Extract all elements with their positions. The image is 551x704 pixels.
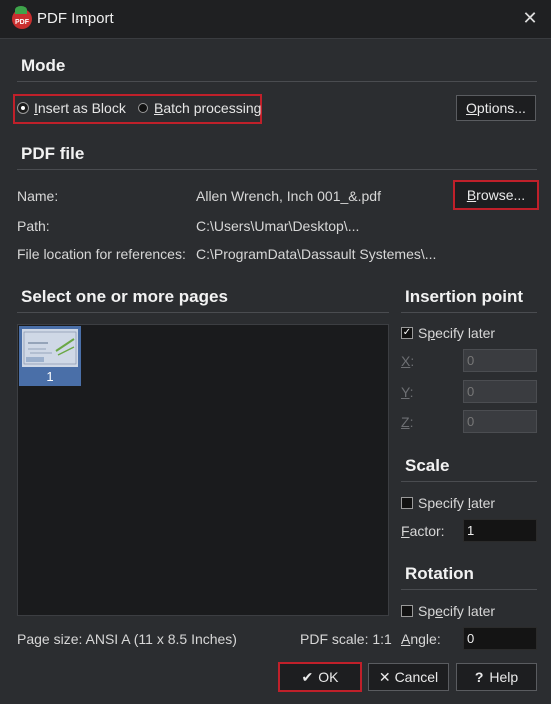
insertion-specify-later-checkbox[interactable]: ✓ bbox=[401, 327, 413, 339]
close-icon[interactable]: ✕ bbox=[520, 7, 540, 29]
pdf-file-separator bbox=[17, 169, 537, 170]
mode-heading: Mode bbox=[21, 56, 66, 75]
file-location-label: File location for references: bbox=[17, 246, 186, 262]
window-title: PDF Import bbox=[37, 10, 114, 27]
factor-label: Factor: bbox=[401, 523, 445, 539]
cancel-x-icon: ✕ bbox=[378, 668, 391, 685]
insertion-point-separator bbox=[401, 312, 537, 313]
page-thumbnail-drawing bbox=[22, 329, 78, 367]
scale-separator bbox=[401, 481, 537, 482]
page-size-text: Page size: ANSI A (11 x 8.5 Inches) bbox=[17, 631, 237, 647]
checkmark-icon: ✔ bbox=[301, 668, 314, 685]
x-label: X: bbox=[401, 353, 415, 369]
scale-heading: Scale bbox=[405, 456, 450, 475]
insertion-specify-later-label[interactable]: Specify later bbox=[418, 325, 495, 341]
mode-separator bbox=[17, 81, 537, 82]
pdf-scale-text: PDF scale: 1:1 bbox=[300, 631, 392, 647]
name-value: Allen Wrench, Inch 001_&.pdf bbox=[196, 188, 381, 204]
cancel-button[interactable]: ✕ Cancel bbox=[368, 663, 449, 691]
options-button[interactable]: Options... bbox=[456, 95, 536, 121]
insertion-point-heading: Insertion point bbox=[405, 287, 524, 306]
z-label: Z: bbox=[401, 414, 414, 430]
pages-separator bbox=[17, 312, 389, 313]
z-input[interactable]: 0 bbox=[463, 410, 537, 433]
batch-processing-label[interactable]: Batch processing bbox=[154, 100, 261, 116]
angle-input[interactable]: 0 bbox=[463, 627, 537, 650]
path-label: Path: bbox=[17, 218, 50, 234]
page-thumbnail-number: 1 bbox=[46, 369, 54, 384]
y-input[interactable]: 0 bbox=[463, 380, 537, 403]
help-question-icon: ? bbox=[474, 669, 484, 685]
rotation-specify-later-label[interactable]: Specify later bbox=[418, 603, 495, 619]
y-label: Y: bbox=[401, 384, 414, 400]
batch-processing-radio[interactable] bbox=[138, 103, 148, 113]
path-value: C:\Users\Umar\Desktop\... bbox=[196, 218, 360, 234]
insert-as-block-label[interactable]: Insert as Block bbox=[34, 100, 126, 116]
name-label: Name: bbox=[17, 188, 59, 204]
rotation-separator bbox=[401, 589, 537, 590]
insert-as-block-radio[interactable] bbox=[17, 102, 29, 114]
angle-label: Angle: bbox=[401, 631, 441, 647]
rotation-heading: Rotation bbox=[405, 564, 474, 583]
pdf-file-heading: PDF file bbox=[21, 144, 85, 163]
help-button[interactable]: ? Help bbox=[456, 663, 537, 691]
scale-specify-later-label[interactable]: Specify later bbox=[418, 495, 495, 511]
x-input[interactable]: 0 bbox=[463, 349, 537, 372]
pdf-import-app-icon: PDF bbox=[12, 6, 32, 29]
rotation-specify-later-checkbox[interactable] bbox=[401, 605, 413, 617]
browse-button[interactable]: Browse... bbox=[453, 180, 539, 210]
factor-input[interactable]: 1 bbox=[463, 519, 537, 542]
file-location-value: C:\ProgramData\Dassault Systemes\... bbox=[196, 246, 437, 262]
select-pages-heading: Select one or more pages bbox=[21, 287, 228, 306]
scale-specify-later-checkbox[interactable] bbox=[401, 497, 413, 509]
ok-button[interactable]: ✔ OK bbox=[278, 662, 362, 692]
